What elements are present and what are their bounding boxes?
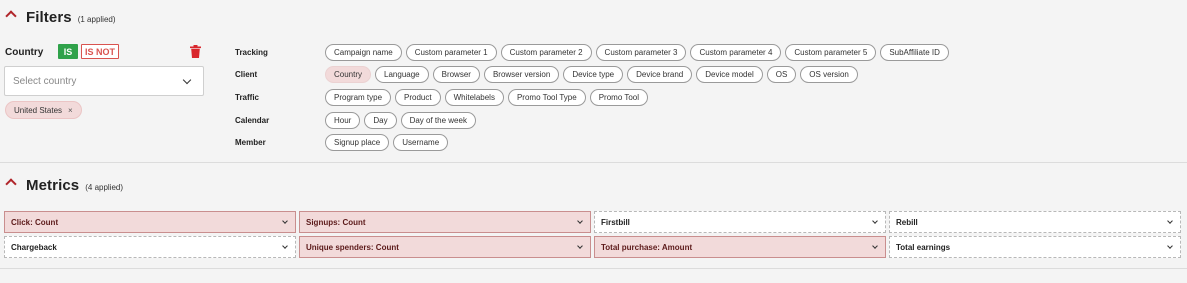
metric-label: Unique spenders: Count <box>306 242 399 252</box>
dimension-chip[interactable]: Day of the week <box>400 111 476 129</box>
dimension-label: Calendar <box>235 115 270 125</box>
dimension-chip[interactable]: Browser <box>432 65 480 83</box>
dimension-chip[interactable]: Custom parameter 3 <box>595 43 687 61</box>
metric-label: Total earnings <box>896 242 951 252</box>
chevron-down-icon <box>282 243 288 249</box>
chevron-down-icon <box>1167 243 1173 249</box>
section-divider <box>0 268 1187 269</box>
dimension-row-traffic: Traffic Program type Product Whitelabels Pr… <box>235 88 649 106</box>
is-not-toggle-button[interactable]: IS NOT <box>81 44 119 59</box>
chevron-down-icon <box>577 243 583 249</box>
dimension-label: Tracking <box>235 47 268 57</box>
chevron-down-icon <box>282 218 288 224</box>
chevron-down-icon <box>577 218 583 224</box>
dimension-chip[interactable]: SubAffiliate ID <box>880 43 949 61</box>
dimension-chip[interactable]: Custom parameter 1 <box>405 43 497 61</box>
metric-label: Click: Count <box>11 217 59 227</box>
metric-select[interactable]: Firstbill <box>594 211 886 233</box>
selected-country-label: United States <box>14 105 63 115</box>
metric-select[interactable]: Total purchase: Amount <box>594 236 886 258</box>
dimension-chip[interactable]: Day <box>364 111 397 129</box>
dimension-chip[interactable]: Custom parameter 2 <box>500 43 592 61</box>
dimension-chip[interactable]: Campaign name <box>325 43 402 61</box>
section-divider <box>0 162 1187 163</box>
country-select[interactable]: Select country <box>4 66 204 96</box>
dimension-label: Member <box>235 137 266 147</box>
dimension-row-client: Client Country Language Browser Browser ver… <box>235 65 858 83</box>
trash-icon[interactable] <box>190 45 201 58</box>
metric-label: Firstbill <box>601 217 630 227</box>
dimension-row-calendar: Calendar Hour Day Day of the week <box>235 111 476 129</box>
metric-label: Rebill <box>896 217 918 227</box>
collapse-chevron-icon[interactable] <box>5 178 17 190</box>
metrics-header[interactable]: Metrics (4 applied) <box>5 177 124 194</box>
dimension-chip[interactable]: Device model <box>696 65 763 83</box>
dimension-chips: Country Language Browser Browser version Dev… <box>325 65 858 83</box>
chevron-down-icon <box>182 75 192 85</box>
dimension-row-tracking: Tracking Campaign name Custom parameter 1… <box>235 43 949 61</box>
dimension-chips: Hour Day Day of the week <box>325 111 476 129</box>
dimension-chip[interactable]: Language <box>375 65 429 83</box>
dimension-chips: Campaign name Custom parameter 1 Custom pa… <box>325 43 949 61</box>
chevron-down-icon <box>872 243 878 249</box>
metrics-count: (4 applied) <box>85 183 124 192</box>
dimension-chip[interactable]: Product <box>395 88 441 106</box>
dimension-chip[interactable]: Promo Tool <box>589 88 649 106</box>
chevron-down-icon <box>872 218 878 224</box>
dimension-chip[interactable]: Whitelabels <box>444 88 504 106</box>
dimension-chip[interactable]: Country <box>325 65 372 83</box>
metric-select[interactable]: Rebill <box>889 211 1181 233</box>
metric-select[interactable]: Signups: Count <box>299 211 591 233</box>
dimension-chip[interactable]: Device type <box>563 65 624 83</box>
is-toggle-button[interactable]: IS <box>58 44 78 59</box>
dimension-chip[interactable]: Signup place <box>325 133 390 151</box>
filters-title: Filters <box>26 9 72 26</box>
dimension-chip[interactable]: OS version <box>800 65 858 83</box>
country-select-placeholder: Select country <box>13 75 77 87</box>
filters-count: (1 applied) <box>77 15 116 24</box>
dimension-chip[interactable]: Custom parameter 4 <box>690 43 782 61</box>
dimension-chip[interactable]: Username <box>393 133 449 151</box>
dimension-chip[interactable]: Device brand <box>627 65 693 83</box>
dimension-chips: Program type Product Whitelabels Promo Tool… <box>325 88 649 106</box>
dimension-label: Client <box>235 69 258 79</box>
dimension-chips: Signup place Username <box>325 133 449 151</box>
dimension-chip[interactable]: Program type <box>325 88 392 106</box>
dimension-label: Traffic <box>235 92 260 102</box>
dimension-row-member: Member Signup place Username <box>235 133 449 151</box>
metric-label: Chargeback <box>11 242 57 252</box>
metric-label: Total purchase: Amount <box>601 242 693 252</box>
country-filter-label: Country <box>5 47 44 58</box>
chevron-down-icon <box>1167 218 1173 224</box>
filters-header[interactable]: Filters (1 applied) <box>5 9 116 26</box>
remove-tag-icon[interactable]: × <box>68 106 73 115</box>
selected-country-tag[interactable]: United States × <box>5 101 82 119</box>
metric-select[interactable]: Total earnings <box>889 236 1181 258</box>
dimension-chip[interactable]: Browser version <box>483 65 560 83</box>
metric-select[interactable]: Click: Count <box>4 211 296 233</box>
dimension-chip[interactable]: Custom parameter 5 <box>785 43 877 61</box>
dimension-chip[interactable]: Hour <box>325 111 361 129</box>
dimension-chip[interactable]: Promo Tool Type <box>507 88 586 106</box>
metrics-title: Metrics <box>26 177 80 194</box>
metric-select[interactable]: Chargeback <box>4 236 296 258</box>
metric-label: Signups: Count <box>306 217 366 227</box>
metric-select[interactable]: Unique spenders: Count <box>299 236 591 258</box>
dimension-chip[interactable]: OS <box>766 65 797 83</box>
collapse-chevron-icon[interactable] <box>5 10 17 22</box>
